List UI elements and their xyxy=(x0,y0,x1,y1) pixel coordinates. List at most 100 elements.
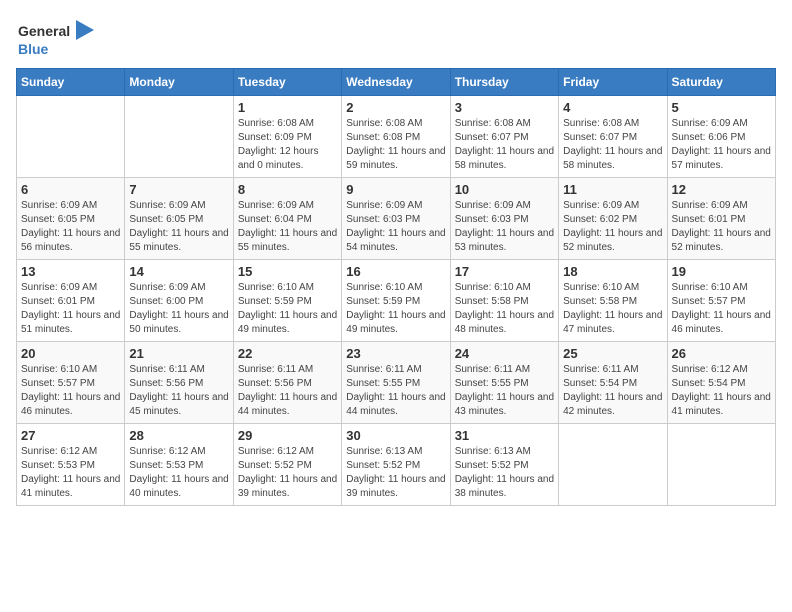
calendar-cell: 25 Sunrise: 6:11 AM Sunset: 5:54 PM Dayli… xyxy=(559,342,667,424)
day-info: Sunrise: 6:09 AM Sunset: 6:01 PM Dayligh… xyxy=(21,281,120,337)
day-info: Sunrise: 6:09 AM Sunset: 6:00 PM Dayligh… xyxy=(129,281,228,337)
calendar-cell: 6 Sunrise: 6:09 AM Sunset: 6:05 PM Daylig… xyxy=(17,178,125,260)
day-info: Sunrise: 6:11 AM Sunset: 5:55 PM Dayligh… xyxy=(455,363,554,419)
day-info: Sunrise: 6:08 AM Sunset: 6:08 PM Dayligh… xyxy=(346,117,445,173)
day-info: Sunrise: 6:09 AM Sunset: 6:06 PM Dayligh… xyxy=(672,117,771,173)
day-info: Sunrise: 6:11 AM Sunset: 5:56 PM Dayligh… xyxy=(129,363,228,419)
calendar-cell: 19Sunrise: 6:10 AM Sunset: 5:57 PM Dayli… xyxy=(667,260,775,342)
day-number: 26 xyxy=(672,346,771,361)
weekday-header-friday: Friday xyxy=(559,69,667,96)
day-number: 24 xyxy=(455,346,554,361)
calendar-week-1: 1 Sunrise: 6:08 AM Sunset: 6:09 PM Daylig… xyxy=(17,96,776,178)
weekday-header-monday: Monday xyxy=(125,69,233,96)
calendar-week-4: 20 Sunrise: 6:10 AM Sunset: 5:57 PM Dayli… xyxy=(17,342,776,424)
weekday-header-tuesday: Tuesday xyxy=(233,69,341,96)
day-number: 28 xyxy=(129,428,228,443)
calendar-week-2: 6 Sunrise: 6:09 AM Sunset: 6:05 PM Daylig… xyxy=(17,178,776,260)
day-info: Sunrise: 6:11 AM Sunset: 5:54 PM Dayligh… xyxy=(563,363,662,419)
calendar-cell: 28 Sunrise: 6:12 AM Sunset: 5:53 PM Dayli… xyxy=(125,424,233,506)
calendar-cell: 29 Sunrise: 6:12 AM Sunset: 5:52 PM Dayli… xyxy=(233,424,341,506)
day-number: 20 xyxy=(21,346,120,361)
day-info: Sunrise: 6:09 AM Sunset: 6:05 PM Dayligh… xyxy=(129,199,228,255)
day-number: 29 xyxy=(238,428,337,443)
calendar-body: 1 Sunrise: 6:08 AM Sunset: 6:09 PM Daylig… xyxy=(17,96,776,506)
day-info: Sunrise: 6:09 AM Sunset: 6:02 PM Dayligh… xyxy=(563,199,662,255)
day-info: Sunrise: 6:10 AM Sunset: 5:58 PM Dayligh… xyxy=(563,281,662,337)
day-number: 3 xyxy=(455,100,554,115)
calendar-header: SundayMondayTuesdayWednesdayThursdayFrid… xyxy=(17,69,776,96)
day-info: Sunrise: 6:09 AM Sunset: 6:03 PM Dayligh… xyxy=(346,199,445,255)
calendar-week-5: 27Sunrise: 6:12 AM Sunset: 5:53 PM Dayli… xyxy=(17,424,776,506)
calendar-cell xyxy=(17,96,125,178)
day-info: Sunrise: 6:11 AM Sunset: 5:56 PM Dayligh… xyxy=(238,363,337,419)
calendar-cell: 2Sunrise: 6:08 AM Sunset: 6:08 PM Daylig… xyxy=(342,96,450,178)
day-info: Sunrise: 6:12 AM Sunset: 5:53 PM Dayligh… xyxy=(21,445,120,501)
day-info: Sunrise: 6:08 AM Sunset: 6:09 PM Dayligh… xyxy=(238,117,337,173)
day-info: Sunrise: 6:11 AM Sunset: 5:55 PM Dayligh… xyxy=(346,363,445,419)
day-number: 21 xyxy=(129,346,228,361)
svg-text:Blue: Blue xyxy=(18,41,49,57)
weekday-header-saturday: Saturday xyxy=(667,69,775,96)
day-number: 9 xyxy=(346,182,445,197)
logo-svg: General Blue xyxy=(16,16,96,60)
calendar-cell: 27Sunrise: 6:12 AM Sunset: 5:53 PM Dayli… xyxy=(17,424,125,506)
calendar-cell: 11 Sunrise: 6:09 AM Sunset: 6:02 PM Dayli… xyxy=(559,178,667,260)
day-info: Sunrise: 6:10 AM Sunset: 5:57 PM Dayligh… xyxy=(21,363,120,419)
day-number: 15 xyxy=(238,264,337,279)
page-header: General Blue xyxy=(16,16,776,60)
calendar-table: SundayMondayTuesdayWednesdayThursdayFrid… xyxy=(16,68,776,506)
day-info: Sunrise: 6:13 AM Sunset: 5:52 PM Dayligh… xyxy=(346,445,445,501)
day-number: 16 xyxy=(346,264,445,279)
day-number: 10 xyxy=(455,182,554,197)
day-info: Sunrise: 6:09 AM Sunset: 6:03 PM Dayligh… xyxy=(455,199,554,255)
calendar-cell: 10 Sunrise: 6:09 AM Sunset: 6:03 PM Dayli… xyxy=(450,178,558,260)
day-info: Sunrise: 6:12 AM Sunset: 5:52 PM Dayligh… xyxy=(238,445,337,501)
day-number: 4 xyxy=(563,100,662,115)
calendar-cell: 7 Sunrise: 6:09 AM Sunset: 6:05 PM Daylig… xyxy=(125,178,233,260)
day-number: 1 xyxy=(238,100,337,115)
day-number: 25 xyxy=(563,346,662,361)
logo: General Blue xyxy=(16,16,96,60)
day-number: 31 xyxy=(455,428,554,443)
day-number: 23 xyxy=(346,346,445,361)
calendar-cell: 31 Sunrise: 6:13 AM Sunset: 5:52 PM Dayli… xyxy=(450,424,558,506)
calendar-cell: 24 Sunrise: 6:11 AM Sunset: 5:55 PM Dayli… xyxy=(450,342,558,424)
day-number: 30 xyxy=(346,428,445,443)
calendar-cell: 1 Sunrise: 6:08 AM Sunset: 6:09 PM Daylig… xyxy=(233,96,341,178)
day-number: 7 xyxy=(129,182,228,197)
calendar-cell xyxy=(125,96,233,178)
day-info: Sunrise: 6:12 AM Sunset: 5:53 PM Dayligh… xyxy=(129,445,228,501)
day-number: 11 xyxy=(563,182,662,197)
weekday-row: SundayMondayTuesdayWednesdayThursdayFrid… xyxy=(17,69,776,96)
calendar-cell: 4Sunrise: 6:08 AM Sunset: 6:07 PM Daylig… xyxy=(559,96,667,178)
weekday-header-thursday: Thursday xyxy=(450,69,558,96)
day-number: 6 xyxy=(21,182,120,197)
day-info: Sunrise: 6:08 AM Sunset: 6:07 PM Dayligh… xyxy=(455,117,554,173)
weekday-header-wednesday: Wednesday xyxy=(342,69,450,96)
calendar-cell: 5 Sunrise: 6:09 AM Sunset: 6:06 PM Daylig… xyxy=(667,96,775,178)
day-info: Sunrise: 6:13 AM Sunset: 5:52 PM Dayligh… xyxy=(455,445,554,501)
day-info: Sunrise: 6:09 AM Sunset: 6:05 PM Dayligh… xyxy=(21,199,120,255)
day-info: Sunrise: 6:10 AM Sunset: 5:58 PM Dayligh… xyxy=(455,281,554,337)
day-number: 18 xyxy=(563,264,662,279)
day-info: Sunrise: 6:09 AM Sunset: 6:01 PM Dayligh… xyxy=(672,199,771,255)
calendar-cell xyxy=(559,424,667,506)
day-info: Sunrise: 6:12 AM Sunset: 5:54 PM Dayligh… xyxy=(672,363,771,419)
calendar-cell: 30 Sunrise: 6:13 AM Sunset: 5:52 PM Dayli… xyxy=(342,424,450,506)
day-number: 5 xyxy=(672,100,771,115)
day-info: Sunrise: 6:10 AM Sunset: 5:59 PM Dayligh… xyxy=(346,281,445,337)
day-number: 17 xyxy=(455,264,554,279)
calendar-cell: 14Sunrise: 6:09 AM Sunset: 6:00 PM Dayli… xyxy=(125,260,233,342)
day-info: Sunrise: 6:10 AM Sunset: 5:57 PM Dayligh… xyxy=(672,281,771,337)
calendar-cell: 13 Sunrise: 6:09 AM Sunset: 6:01 PM Dayli… xyxy=(17,260,125,342)
day-number: 8 xyxy=(238,182,337,197)
day-number: 13 xyxy=(21,264,120,279)
svg-text:General: General xyxy=(18,23,70,39)
calendar-cell: 23 Sunrise: 6:11 AM Sunset: 5:55 PM Dayli… xyxy=(342,342,450,424)
day-info: Sunrise: 6:09 AM Sunset: 6:04 PM Dayligh… xyxy=(238,199,337,255)
calendar-cell xyxy=(667,424,775,506)
calendar-cell: 8 Sunrise: 6:09 AM Sunset: 6:04 PM Daylig… xyxy=(233,178,341,260)
day-number: 22 xyxy=(238,346,337,361)
day-info: Sunrise: 6:10 AM Sunset: 5:59 PM Dayligh… xyxy=(238,281,337,337)
calendar-cell: 9 Sunrise: 6:09 AM Sunset: 6:03 PM Daylig… xyxy=(342,178,450,260)
